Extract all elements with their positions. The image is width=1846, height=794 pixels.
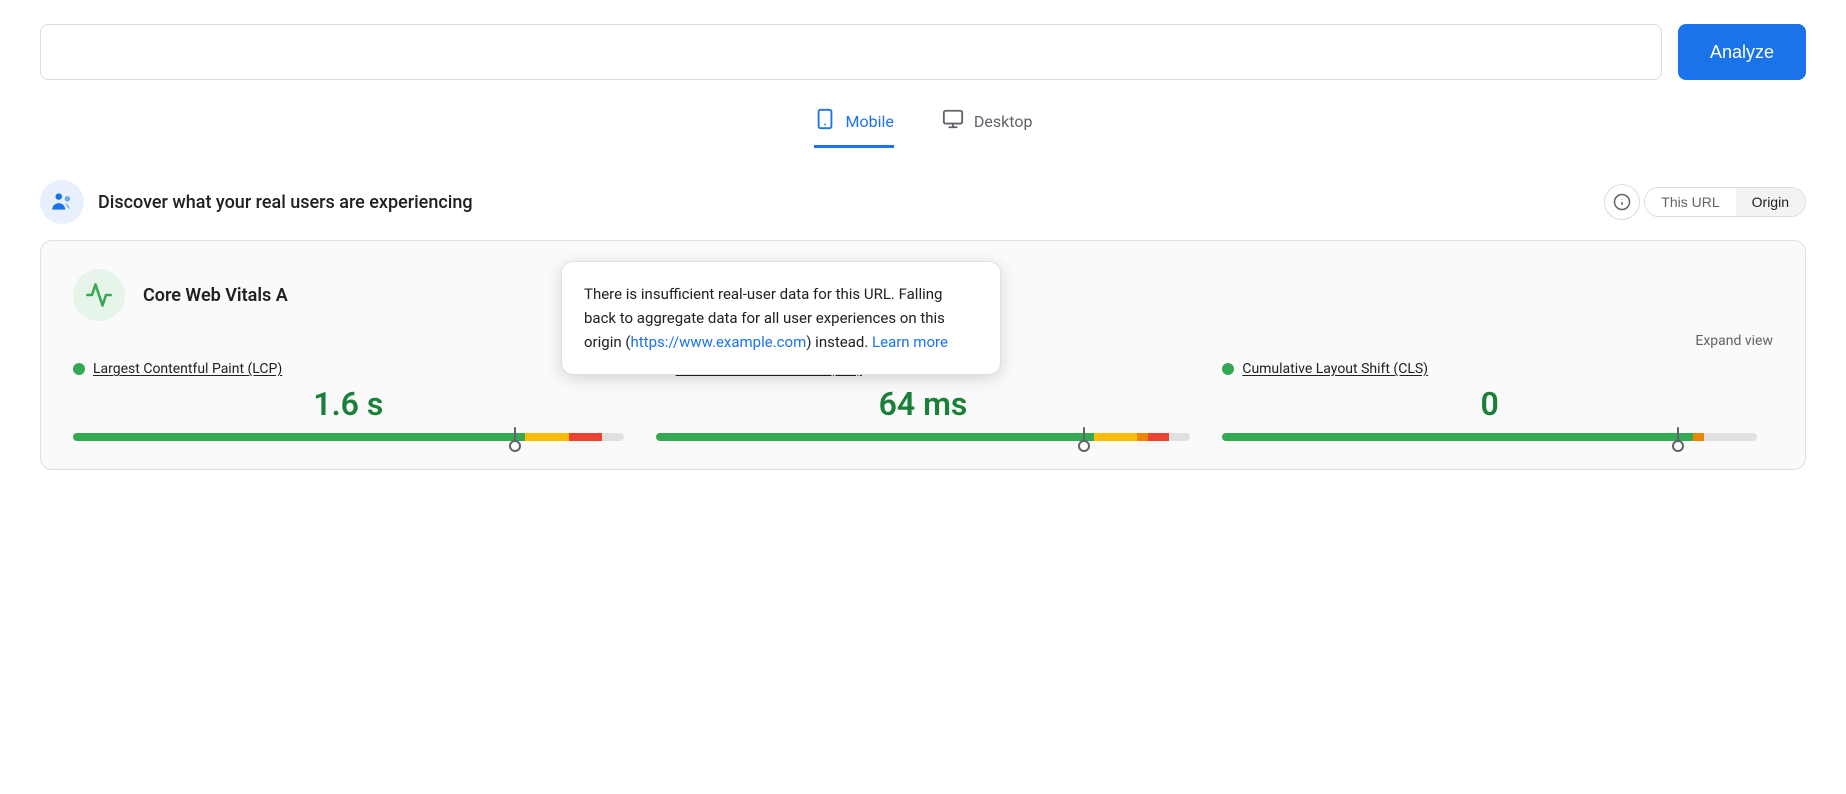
lcp-link[interactable]: Largest Contentful Paint (LCP): [93, 361, 282, 377]
expand-view-button[interactable]: Expand view: [1695, 333, 1773, 349]
url-bar-row: https://www.example.com/page1 Analyze: [40, 24, 1806, 80]
tooltip-text-2: ) instead.: [806, 333, 868, 351]
discover-title: Discover what your real users are experi…: [98, 192, 473, 213]
tab-mobile-label: Mobile: [846, 112, 894, 131]
metric-cls: Cumulative Layout Shift (CLS) 0: [1206, 361, 1773, 441]
cls-dot: [1222, 363, 1234, 375]
desktop-icon: [942, 108, 964, 135]
cls-bar: [1222, 433, 1757, 441]
vitals-icon: [73, 269, 125, 321]
main-card: Core Web Vitals A There is insufficient …: [40, 240, 1806, 470]
url-input[interactable]: https://www.example.com/page1: [40, 24, 1662, 80]
tab-mobile[interactable]: Mobile: [814, 108, 894, 148]
cls-label-row: Cumulative Layout Shift (CLS): [1222, 361, 1757, 377]
tooltip-learn-more-link[interactable]: Learn more: [872, 333, 948, 351]
tooltip-origin-link[interactable]: https://www.example.com: [631, 333, 807, 351]
this-url-button[interactable]: This URL: [1645, 188, 1735, 216]
mobile-icon: [814, 108, 836, 135]
lcp-dot: [73, 363, 85, 375]
inp-value: 64 ms: [656, 385, 1191, 423]
discover-avatar: [40, 180, 84, 224]
discover-section: Discover what your real users are experi…: [40, 180, 1806, 224]
cls-marker: [1677, 427, 1679, 447]
cls-link[interactable]: Cumulative Layout Shift (CLS): [1242, 361, 1428, 377]
tab-desktop[interactable]: Desktop: [942, 108, 1033, 148]
info-button[interactable]: [1604, 184, 1640, 220]
inp-bar: [656, 433, 1191, 441]
discover-right: This URL Origin: [1604, 184, 1806, 220]
cls-value: 0: [1222, 385, 1757, 423]
lcp-marker: [514, 427, 516, 447]
lcp-value: 1.6 s: [73, 385, 624, 423]
lcp-bar: [73, 433, 624, 441]
url-origin-toggle: This URL Origin: [1644, 187, 1806, 217]
metric-lcp: Largest Contentful Paint (LCP) 1.6 s: [73, 361, 640, 441]
vitals-title: Core Web Vitals A: [143, 285, 288, 306]
tooltip-box: There is insufficient real-user data for…: [561, 261, 1001, 375]
lcp-label-row: Largest Contentful Paint (LCP): [73, 361, 624, 377]
tabs-row: Mobile Desktop: [40, 108, 1806, 148]
analyze-button[interactable]: Analyze: [1678, 24, 1806, 80]
discover-left: Discover what your real users are experi…: [40, 180, 473, 224]
origin-button[interactable]: Origin: [1736, 188, 1805, 216]
tab-desktop-label: Desktop: [974, 112, 1033, 131]
